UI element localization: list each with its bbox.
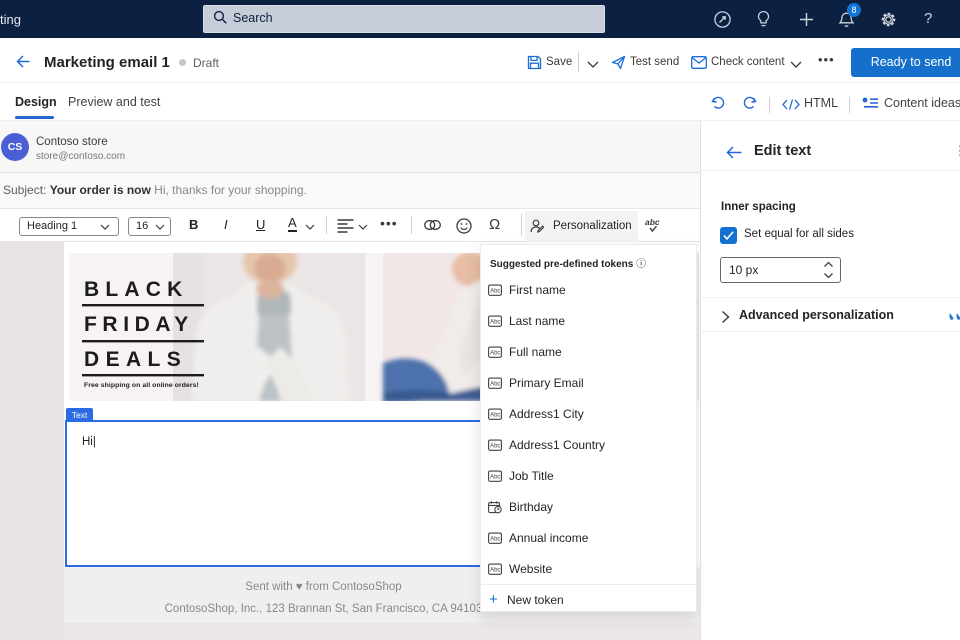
svg-text:BLACK: BLACK — [84, 278, 189, 301]
svg-text:DEALS: DEALS — [84, 348, 187, 371]
svg-text:Abc: Abc — [490, 444, 500, 450]
svg-text:Abc: Abc — [490, 568, 500, 574]
svg-text:Abc: Abc — [490, 413, 500, 419]
svg-text:Abc: Abc — [490, 320, 500, 326]
svg-text:Abc: Abc — [490, 351, 500, 357]
svg-text:Abc: Abc — [490, 289, 500, 295]
svg-text:Free shipping on all online or: Free shipping on all online orders! — [84, 382, 199, 389]
svg-text:Abc: Abc — [490, 537, 500, 543]
svg-text:abc: abc — [645, 217, 660, 227]
svg-text:FRIDAY: FRIDAY — [84, 313, 194, 336]
svg-text:Abc: Abc — [490, 475, 500, 481]
svg-text:Abc: Abc — [490, 382, 500, 388]
